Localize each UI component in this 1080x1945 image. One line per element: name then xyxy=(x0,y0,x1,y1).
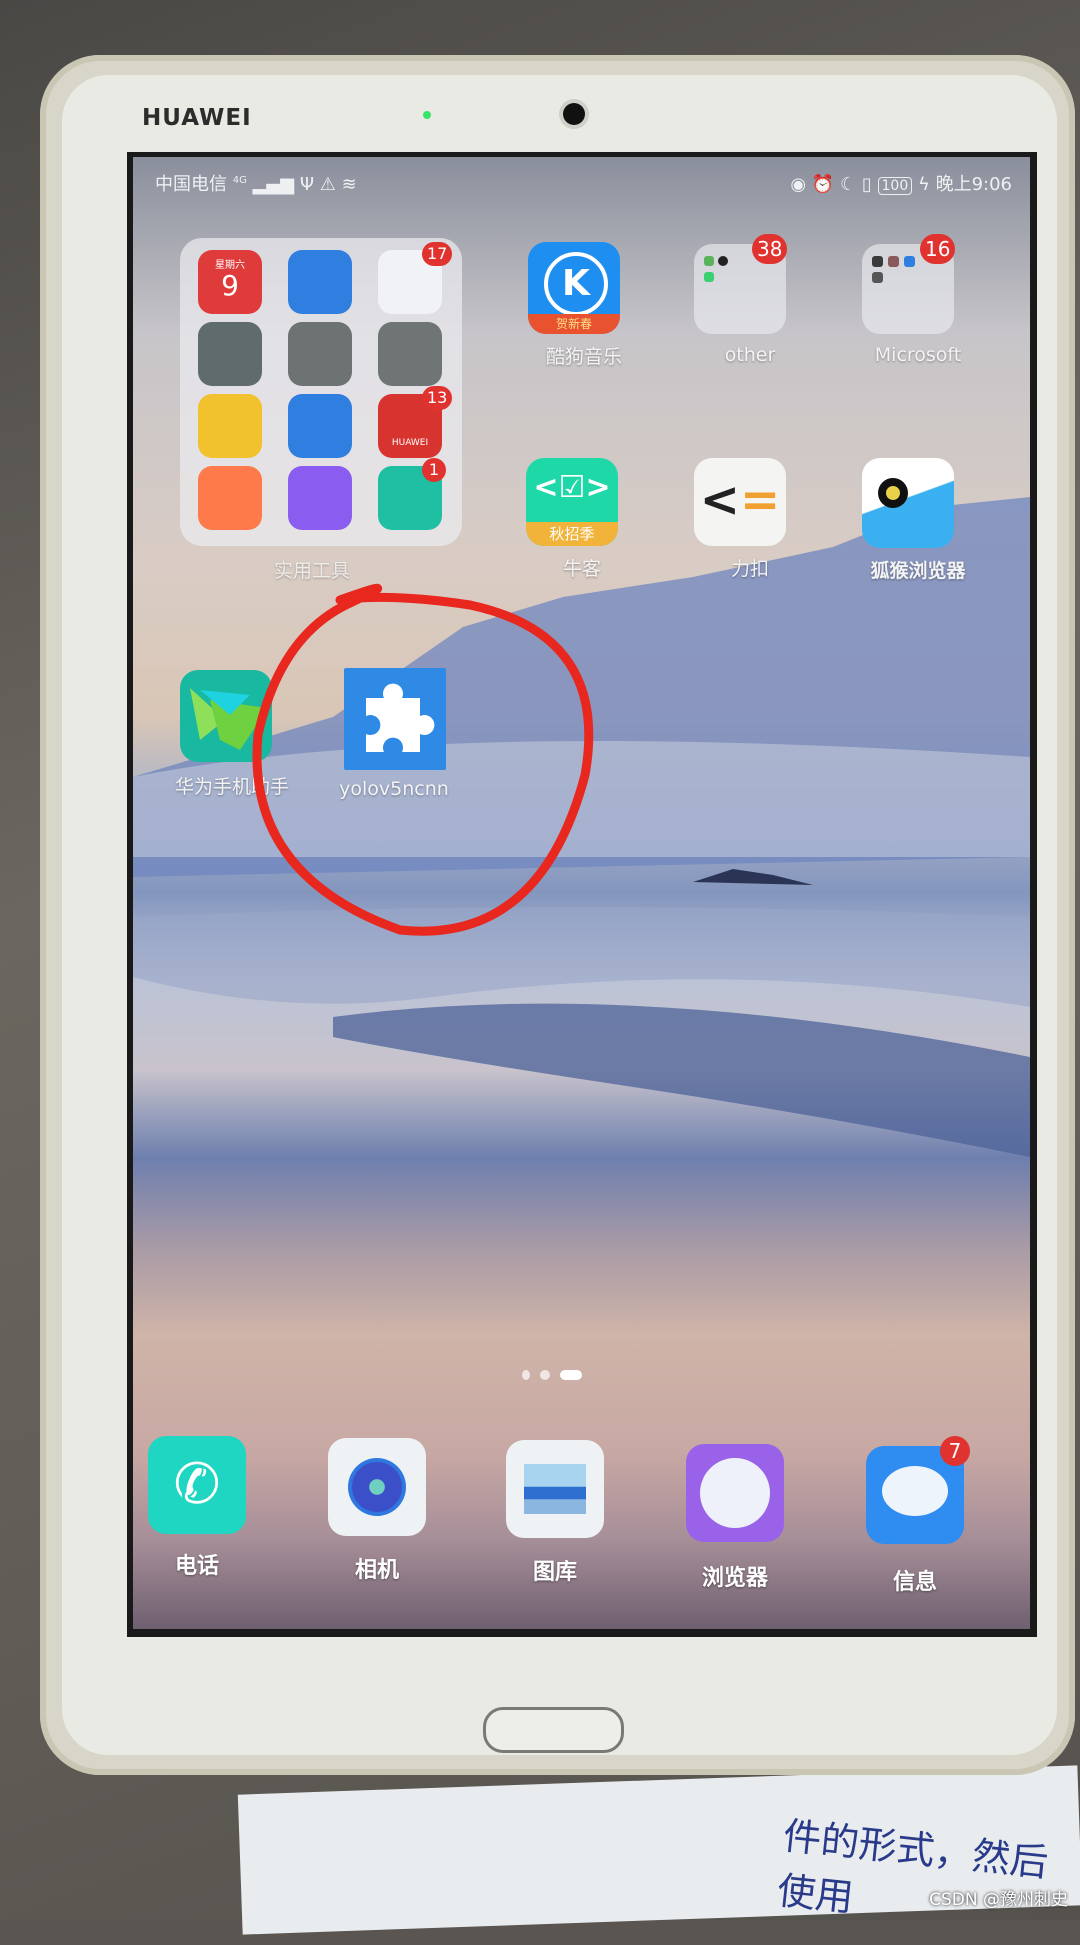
lemur-icon xyxy=(862,458,954,548)
page-dot[interactable] xyxy=(522,1369,530,1380)
app-label: 牛客 xyxy=(562,558,601,580)
weather-icon[interactable] xyxy=(288,250,352,314)
eye-comfort-icon: ◉ xyxy=(790,174,807,195)
page-dot[interactable] xyxy=(540,1369,550,1380)
mini-app-icon xyxy=(904,256,915,267)
home-button[interactable] xyxy=(483,1707,624,1753)
folder-label: other xyxy=(724,344,776,366)
calculator-icon[interactable] xyxy=(198,322,262,386)
notification-badge: 7 xyxy=(940,1436,970,1466)
front-camera xyxy=(563,103,585,125)
hisuite-icon xyxy=(180,670,272,762)
battery-level: 100 xyxy=(881,178,909,194)
do-not-disturb-icon: ☾ xyxy=(839,174,857,195)
video-editor-icon[interactable] xyxy=(288,466,352,530)
notification-badge: 38 xyxy=(752,234,788,264)
mini-app-icon xyxy=(718,256,728,266)
calendar-icon[interactable]: 星期六 9 xyxy=(198,250,262,314)
themes-icon[interactable] xyxy=(198,466,262,530)
vibrate-icon: ▯ xyxy=(861,174,872,195)
notification-badge: 16 xyxy=(920,234,956,264)
app-label: yolov5ncnn xyxy=(339,778,449,800)
warning-icon: ⚠ xyxy=(319,174,336,195)
kugou-icon: K 贺新春 xyxy=(528,242,620,334)
dock-label: 相机 xyxy=(354,1558,399,1583)
kugou-banner: 贺新春 xyxy=(528,314,620,334)
signal-icon: ▂▄▆ xyxy=(252,174,295,195)
mini-app-icon xyxy=(704,256,714,266)
dock-label: 图库 xyxy=(532,1560,577,1585)
brand-text: HUAWEI xyxy=(391,438,429,448)
battery-icon: 100 xyxy=(877,177,913,195)
globe xyxy=(700,1458,770,1528)
clock-time: 晚上9:06 xyxy=(935,174,1012,195)
puzzle-piece-icon xyxy=(366,683,435,752)
page-dot-active[interactable] xyxy=(560,1369,582,1380)
notification-badge: 1 xyxy=(422,458,446,482)
folder-label: Microsoft xyxy=(874,344,962,366)
usb-icon: Ψ xyxy=(299,174,315,195)
mini-app-icon xyxy=(872,256,883,267)
charging-icon: ϟ xyxy=(917,174,930,195)
calendar-day: 9 xyxy=(221,269,239,302)
notification-badge: 17 xyxy=(422,242,453,266)
app-label: 狐猴浏览器 xyxy=(870,560,966,582)
status-bar: 中国电信 4G ▂▄▆ Ψ ⚠ ≋ ◉ ⏰ ☾ ▯ 100 ϟ 晚上9:06 xyxy=(133,160,1030,200)
phone-icon: ✆ xyxy=(148,1436,246,1534)
page-indicator xyxy=(522,1364,592,1383)
leetcode-logo: <= xyxy=(699,472,781,528)
notification-led xyxy=(423,111,431,119)
dock-label: 电话 xyxy=(174,1554,219,1579)
app-label: 华为手机助手 xyxy=(174,776,289,798)
kugou-k-logo: K xyxy=(544,252,608,316)
notification-badge: 13 xyxy=(422,386,453,410)
dock-label: 信息 xyxy=(892,1570,937,1595)
lemur-pupil xyxy=(886,486,900,500)
watermark: CSDN @豫州刺史 xyxy=(929,1890,1068,1910)
camera-lens xyxy=(348,1458,406,1516)
clock-icon[interactable] xyxy=(378,322,442,386)
origami-bird-icon xyxy=(190,688,268,750)
mini-app-icon xyxy=(888,256,899,267)
app-label: 酷狗音乐 xyxy=(545,346,622,368)
gallery-icon xyxy=(506,1440,604,1538)
code-bracket-icon: <☑> xyxy=(533,470,611,505)
mini-app-icon xyxy=(704,272,714,282)
phone-manager-icon[interactable] xyxy=(288,394,352,458)
gallery-photo xyxy=(524,1464,586,1514)
yolov5ncnn-icon xyxy=(344,668,446,770)
network-type: 4G xyxy=(232,175,247,186)
camera-icon xyxy=(328,1438,426,1536)
folder-tools-label: 实用工具 xyxy=(273,560,350,582)
settings-icon[interactable] xyxy=(288,322,352,386)
dock-label: 浏览器 xyxy=(701,1566,768,1591)
wifi-icon: ≋ xyxy=(341,174,357,195)
speech-bubble xyxy=(882,1466,948,1516)
alarm-icon: ⏰ xyxy=(811,174,835,195)
mini-app-icon xyxy=(872,272,883,283)
tips-icon[interactable] xyxy=(198,394,262,458)
browser-globe-icon xyxy=(686,1444,784,1542)
carrier-name: 中国电信 xyxy=(155,174,227,195)
app-label: 力扣 xyxy=(730,558,769,580)
nowcoder-icon: <☑> 秋招季 xyxy=(526,458,618,546)
brand-logo: HUAWEI xyxy=(142,105,252,131)
leetcode-icon: <= xyxy=(694,458,786,546)
nowcoder-banner: 秋招季 xyxy=(526,522,618,546)
